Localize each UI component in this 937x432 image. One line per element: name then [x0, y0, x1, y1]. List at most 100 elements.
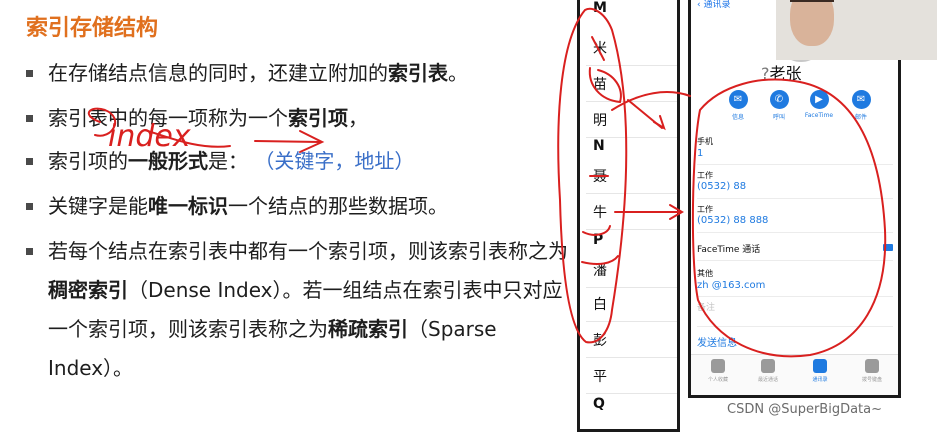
index-item[interactable]: 平: [580, 366, 677, 394]
index-item[interactable]: Q: [580, 396, 677, 416]
facetime-button[interactable]: ▶ FaceTime: [799, 90, 839, 119]
tab-label: 通讯录: [812, 377, 828, 383]
bullet-marker: [26, 203, 33, 210]
message-button[interactable]: ✉ 信息: [718, 90, 758, 121]
back-to-contacts-link[interactable]: ‹ 通讯录: [697, 0, 730, 10]
bullet-marker: [26, 248, 33, 255]
back-label: 通讯录: [703, 0, 731, 10]
mail-button[interactable]: ✉ 邮件: [841, 90, 881, 121]
divider: [697, 296, 893, 297]
index-label: Q: [593, 396, 605, 412]
call-icon: ✆: [769, 90, 789, 109]
index-item[interactable]: 聂: [580, 166, 677, 194]
action-label: 信息: [731, 114, 744, 121]
index-item[interactable]: 苗: [580, 74, 677, 102]
index-label: 牛: [593, 205, 607, 221]
presenter-webcam: [776, 0, 937, 60]
contacts-index-list[interactable]: M 米 苗 明 N 聂 牛 P 潘 白 彭 平 Q: [577, 0, 680, 432]
index-item[interactable]: 彭: [580, 330, 677, 358]
bullet-marker: [26, 158, 33, 165]
tab-label: 个人收藏: [707, 377, 728, 383]
work-phone-number[interactable]: (0532) 88 888: [697, 215, 768, 226]
bold-term-unique-id: 唯一标识: [148, 194, 228, 218]
bullet-text: 。: [448, 61, 468, 85]
divider: [697, 326, 893, 327]
index-item[interactable]: N: [580, 138, 677, 158]
tab-keypad[interactable]: 拨号键盘: [847, 359, 897, 383]
tab-favorites[interactable]: 个人收藏: [693, 359, 743, 383]
index-label: 潘: [593, 263, 607, 279]
divider: [697, 232, 893, 233]
bullet-2: 索引表中的每一项称为一个索引项，: [26, 99, 571, 138]
tab-contacts[interactable]: 通讯录: [795, 359, 845, 383]
tab-label: 拨号键盘: [861, 377, 882, 383]
index-item[interactable]: 白: [580, 294, 677, 322]
index-label: 彭: [593, 333, 607, 349]
work-phone-label: 工作: [697, 171, 713, 180]
index-item[interactable]: 米: [580, 38, 677, 66]
tab-recents[interactable]: 最近通话: [743, 359, 793, 383]
tab-bar: 个人收藏 最近通话 通讯录 拨号键盘: [691, 354, 898, 395]
bold-term-index-table: 索引表: [388, 61, 448, 85]
index-item[interactable]: P: [580, 232, 677, 252]
work-phone-number[interactable]: (0532) 88: [697, 181, 746, 192]
index-label: M: [593, 0, 607, 16]
contacts-icon: [813, 359, 827, 373]
divider: [697, 198, 893, 199]
index-label: 苗: [593, 77, 607, 93]
bullet-text: 若每个结点在索引表中都有一个索引项，则该索引表称之为: [48, 239, 568, 263]
bullet-1: 在存储结点信息的同时，还建立附加的索引表。: [26, 54, 571, 93]
video-icon: ▶: [809, 90, 829, 109]
divider: [586, 321, 677, 322]
index-item[interactable]: 明: [580, 110, 677, 138]
index-item[interactable]: 牛: [580, 202, 677, 230]
index-label: 米: [593, 41, 607, 57]
bullet-text: 索引表中的每一项称为一个: [48, 106, 288, 130]
action-label: 邮件: [854, 114, 867, 121]
index-label: 平: [593, 369, 607, 385]
action-label: 呼叫: [772, 114, 785, 121]
bold-term-dense-index: 稠密索引: [48, 278, 128, 302]
divider: [586, 357, 677, 358]
contact-actions: ✉ 信息 ✆ 呼叫 ▶ FaceTime ✉ 邮件: [691, 90, 898, 130]
facetime-call-label[interactable]: FaceTime 通话: [697, 242, 760, 255]
presenter-face: [790, 0, 834, 46]
bullet-text: 一个结点的那些数据项。: [228, 194, 448, 218]
divider: [586, 101, 677, 102]
index-label: 明: [593, 113, 607, 129]
notes-field[interactable]: 备注: [697, 300, 715, 313]
send-message-button[interactable]: 发送信息: [697, 334, 737, 349]
bullet-4: 关键字是能唯一标识一个结点的那些数据项。: [26, 187, 571, 226]
slide-title: 索引存储结构: [26, 16, 159, 41]
bullet-text: 关键字是能: [48, 194, 148, 218]
bullet-3: 索引项的一般形式是： （关键字，地址）: [26, 142, 571, 181]
bullet-marker: [26, 115, 33, 122]
bold-term-general-form: 一般形式: [128, 149, 208, 173]
work-phone-label: 工作: [697, 205, 713, 214]
email-address[interactable]: zh @163.com: [697, 280, 765, 291]
bullet-text: ，: [348, 106, 368, 130]
other-label: 其他: [697, 269, 713, 278]
index-item[interactable]: M: [580, 0, 677, 20]
bullet-5: 若每个结点在索引表中都有一个索引项，则该索引表称之为稠密索引（Dense Ind…: [26, 232, 571, 388]
divider: [586, 193, 677, 194]
call-button[interactable]: ✆ 呼叫: [759, 90, 799, 121]
facetime-video-icon[interactable]: [883, 244, 893, 251]
bullet-list: 在存储结点信息的同时，还建立附加的索引表。 索引表中的每一项称为一个索引项， 索…: [26, 54, 571, 394]
keypad-icon: [865, 359, 879, 373]
message-icon: ✉: [728, 90, 748, 109]
contact-name-text: 老张: [769, 64, 802, 83]
tab-label: 最近通话: [757, 377, 778, 383]
divider: [697, 164, 893, 165]
bullet-text: 是：: [208, 149, 248, 173]
contact-name: ?老张: [761, 64, 802, 83]
key-address-pair: （关键字，地址）: [254, 149, 415, 173]
index-item[interactable]: 潘: [580, 260, 677, 288]
bold-term-sparse-index: 稀疏索引: [328, 317, 408, 341]
bullet-text: 索引项的: [48, 149, 128, 173]
index-label: 聂: [593, 169, 607, 185]
bullet-marker: [26, 70, 33, 77]
action-label: FaceTime: [804, 112, 834, 119]
bold-term-index-item: 索引项: [288, 106, 348, 130]
mobile-number[interactable]: 1: [697, 148, 703, 159]
